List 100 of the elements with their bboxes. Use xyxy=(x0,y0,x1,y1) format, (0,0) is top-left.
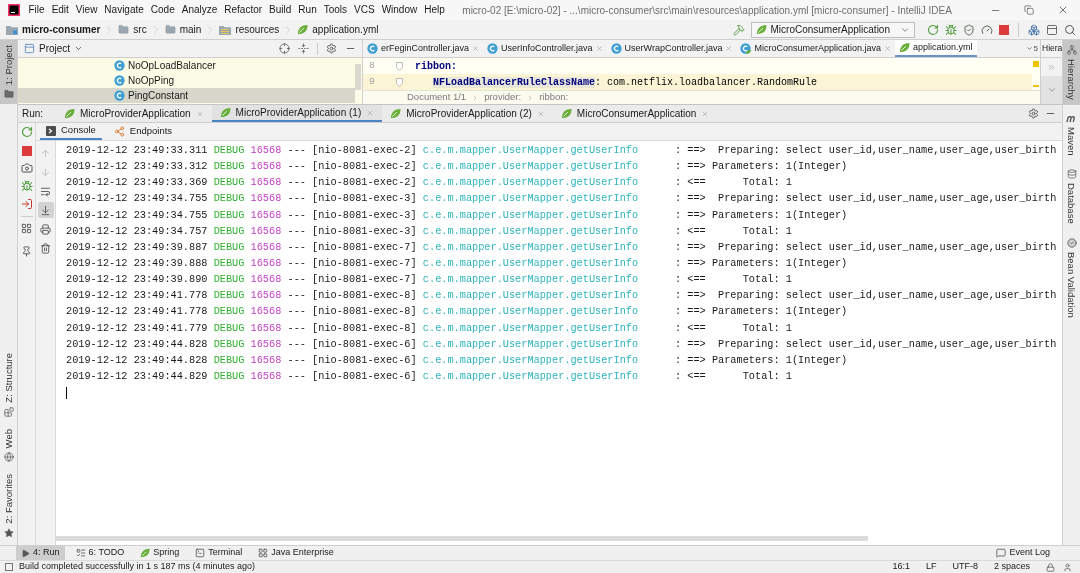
pin-icon[interactable] xyxy=(21,246,32,257)
status-item[interactable]: 16:1 xyxy=(892,560,910,573)
editor-tab[interactable]: UserWrapController.java xyxy=(606,40,737,57)
tool-window-button[interactable]: Web xyxy=(0,424,17,468)
event-log-button[interactable]: Event Log xyxy=(996,546,1050,560)
breadcrumb-item[interactable]: main xyxy=(164,22,202,37)
breadcrumb-item[interactable]: ribbon: xyxy=(539,90,569,105)
rerun-icon[interactable] xyxy=(20,126,33,138)
run-tab[interactable]: MicroProviderApplication xyxy=(56,105,212,122)
menu-item[interactable]: Build xyxy=(265,0,295,20)
menu-item[interactable]: Analyze xyxy=(178,0,221,20)
lock-icon[interactable] xyxy=(1046,562,1055,572)
tool-window-button[interactable]: 1: Project xyxy=(0,40,17,105)
window-title: micro-02 [E:\micro-02] - ...\micro-consumer\src\main\resources\application.yml [micro-consumer] - IntelliJ IDEA xyxy=(462,3,952,18)
trash-icon xyxy=(40,242,51,254)
m-shape-icon xyxy=(1066,113,1077,123)
tool-window-button[interactable]: Maven xyxy=(1063,108,1080,161)
camera-icon[interactable] xyxy=(20,162,33,174)
tool-window-button[interactable]: 2: Favorites xyxy=(0,469,17,543)
arrow-down-icon xyxy=(40,166,51,178)
gauge-icon[interactable] xyxy=(981,23,993,36)
tab-list-button[interactable]: 5 xyxy=(1023,40,1040,57)
editor-tab[interactable]: erFeginController.java xyxy=(363,40,484,57)
chevron-down-icon xyxy=(1025,45,1033,52)
printer-icon xyxy=(40,223,51,235)
status-item[interactable]: LF xyxy=(925,560,937,573)
log-line: 2019-12-12 23:49:33.312 DEBUG 16568 --- [nio-8081-exec-2] c.e.m.mapper.UserMapper.getUserInfo : ==> Parameters: 1(Integer) xyxy=(66,159,849,175)
panel-icon[interactable] xyxy=(1046,23,1058,36)
tool-window-button[interactable]: Spring xyxy=(135,546,185,560)
sign-in-icon[interactable] xyxy=(20,198,33,210)
menu-item[interactable]: Code xyxy=(147,0,179,20)
person-icon[interactable] xyxy=(1063,562,1072,572)
collapse-icon[interactable] xyxy=(298,43,309,54)
menu-item[interactable]: Run xyxy=(294,0,321,20)
search-icon[interactable] xyxy=(1064,23,1076,36)
tool-window-button[interactable]: Java Enterprise xyxy=(253,546,339,560)
tool-window-button[interactable]: Hierarchy xyxy=(1063,40,1080,105)
hammer-icon[interactable] xyxy=(732,23,745,36)
print-button[interactable] xyxy=(37,221,54,237)
stop-icon[interactable] xyxy=(21,146,32,156)
grid-icon[interactable] xyxy=(21,223,32,234)
rerun-icon[interactable] xyxy=(927,23,939,36)
tool-window-button[interactable]: 4: Run xyxy=(16,546,65,560)
breadcrumb-item[interactable]: resources xyxy=(219,22,280,37)
editor-tab[interactable]: application.yml xyxy=(895,40,977,57)
stop-icon[interactable] xyxy=(999,24,1009,35)
class-icon xyxy=(610,43,622,54)
run-config-dropdown[interactable]: MicroConsumerApplication xyxy=(750,21,915,38)
settings-icon[interactable] xyxy=(1028,108,1039,119)
tool-window-button[interactable]: Bean Validation xyxy=(1063,232,1080,323)
module-folder-icon xyxy=(6,24,18,35)
log-line: 2019-12-12 23:49:41.778 DEBUG 16568 --- [nio-8081-exec-8] c.e.m.mapper.UserMapper.getUserInfo : ==> Preparing: select user_id,user_name,user_age,user_birth xyxy=(66,288,1058,304)
leaf-icon xyxy=(899,42,911,53)
log-line: 2019-12-12 23:49:41.779 DEBUG 16568 --- [nio-8081-exec-8] c.e.m.mapper.UserMapper.getUserInfo : <== Total: 1 xyxy=(66,320,793,336)
menu-item[interactable]: VCS xyxy=(350,0,379,20)
menu-item[interactable]: Window xyxy=(378,0,421,20)
class-icon xyxy=(114,75,125,86)
breadcrumb-item[interactable]: application.yml xyxy=(297,22,379,37)
run-tab[interactable]: MicroProviderApplication (2) xyxy=(382,105,553,122)
crosshair-icon[interactable] xyxy=(279,43,290,54)
menu-item[interactable]: View xyxy=(72,0,101,20)
square-icon[interactable] xyxy=(5,563,13,571)
code-text: ribbon: xyxy=(414,59,457,74)
tree-item[interactable]: PingConstant xyxy=(18,88,355,103)
tool-window-button[interactable]: Terminal xyxy=(190,546,248,560)
scroll-to-end-button[interactable] xyxy=(37,202,54,218)
log-line: 2019-12-12 23:49:44.829 DEBUG 16568 --- [nio-8081-exec-6] c.e.m.mapper.UserMapper.getUserInfo : <== Total: 1 xyxy=(66,368,793,384)
editor-tab[interactable]: UserInfoController.java xyxy=(483,40,607,57)
bug-icon[interactable] xyxy=(945,23,957,36)
tree-item[interactable]: NoOpLoadBalancer xyxy=(18,58,355,73)
tree-item[interactable]: NoOpPing xyxy=(18,73,355,88)
menu-item[interactable]: Edit xyxy=(48,0,73,20)
bug-icon[interactable] xyxy=(20,180,33,192)
editor-tab[interactable]: MicroConsumerApplication.java xyxy=(736,40,896,57)
fold-marker-icon xyxy=(396,61,403,71)
tool-window-button[interactable]: Database xyxy=(1063,164,1080,229)
tool-window-button[interactable]: Z: Structure xyxy=(0,348,17,422)
status-item[interactable]: UTF-8 xyxy=(952,560,978,573)
shield-icon[interactable] xyxy=(963,23,975,36)
close-icon xyxy=(1057,4,1069,16)
console-tab[interactable]: Endpoints xyxy=(107,123,179,140)
breadcrumb-item[interactable]: micro-consumer xyxy=(6,22,101,37)
status-item[interactable]: 2 spaces xyxy=(993,560,1030,573)
menu-item[interactable]: Help xyxy=(420,0,449,20)
breadcrumb-item[interactable]: Document 1/1 xyxy=(407,90,467,105)
menu-item[interactable]: Navigate xyxy=(100,0,148,20)
project-view-dropdown[interactable]: Project xyxy=(39,41,84,56)
tool-window-button[interactable]: 6: TODO xyxy=(70,546,130,560)
boxes-icon[interactable] xyxy=(1028,23,1040,36)
run-tab[interactable]: MicroConsumerApplication xyxy=(552,105,718,122)
menu-item[interactable]: Refactor xyxy=(220,0,266,20)
run-tab[interactable]: MicroProviderApplication (1) xyxy=(211,105,383,122)
menu-item[interactable]: Tools xyxy=(320,0,351,20)
leaf-icon xyxy=(390,108,402,119)
leaf-icon xyxy=(64,108,75,119)
settings-icon[interactable] xyxy=(326,43,337,54)
menu-item[interactable]: File xyxy=(25,0,49,20)
breadcrumb-item[interactable]: src xyxy=(118,22,147,37)
breadcrumb-item[interactable]: provider: xyxy=(484,90,522,105)
leaf-icon xyxy=(560,108,572,119)
